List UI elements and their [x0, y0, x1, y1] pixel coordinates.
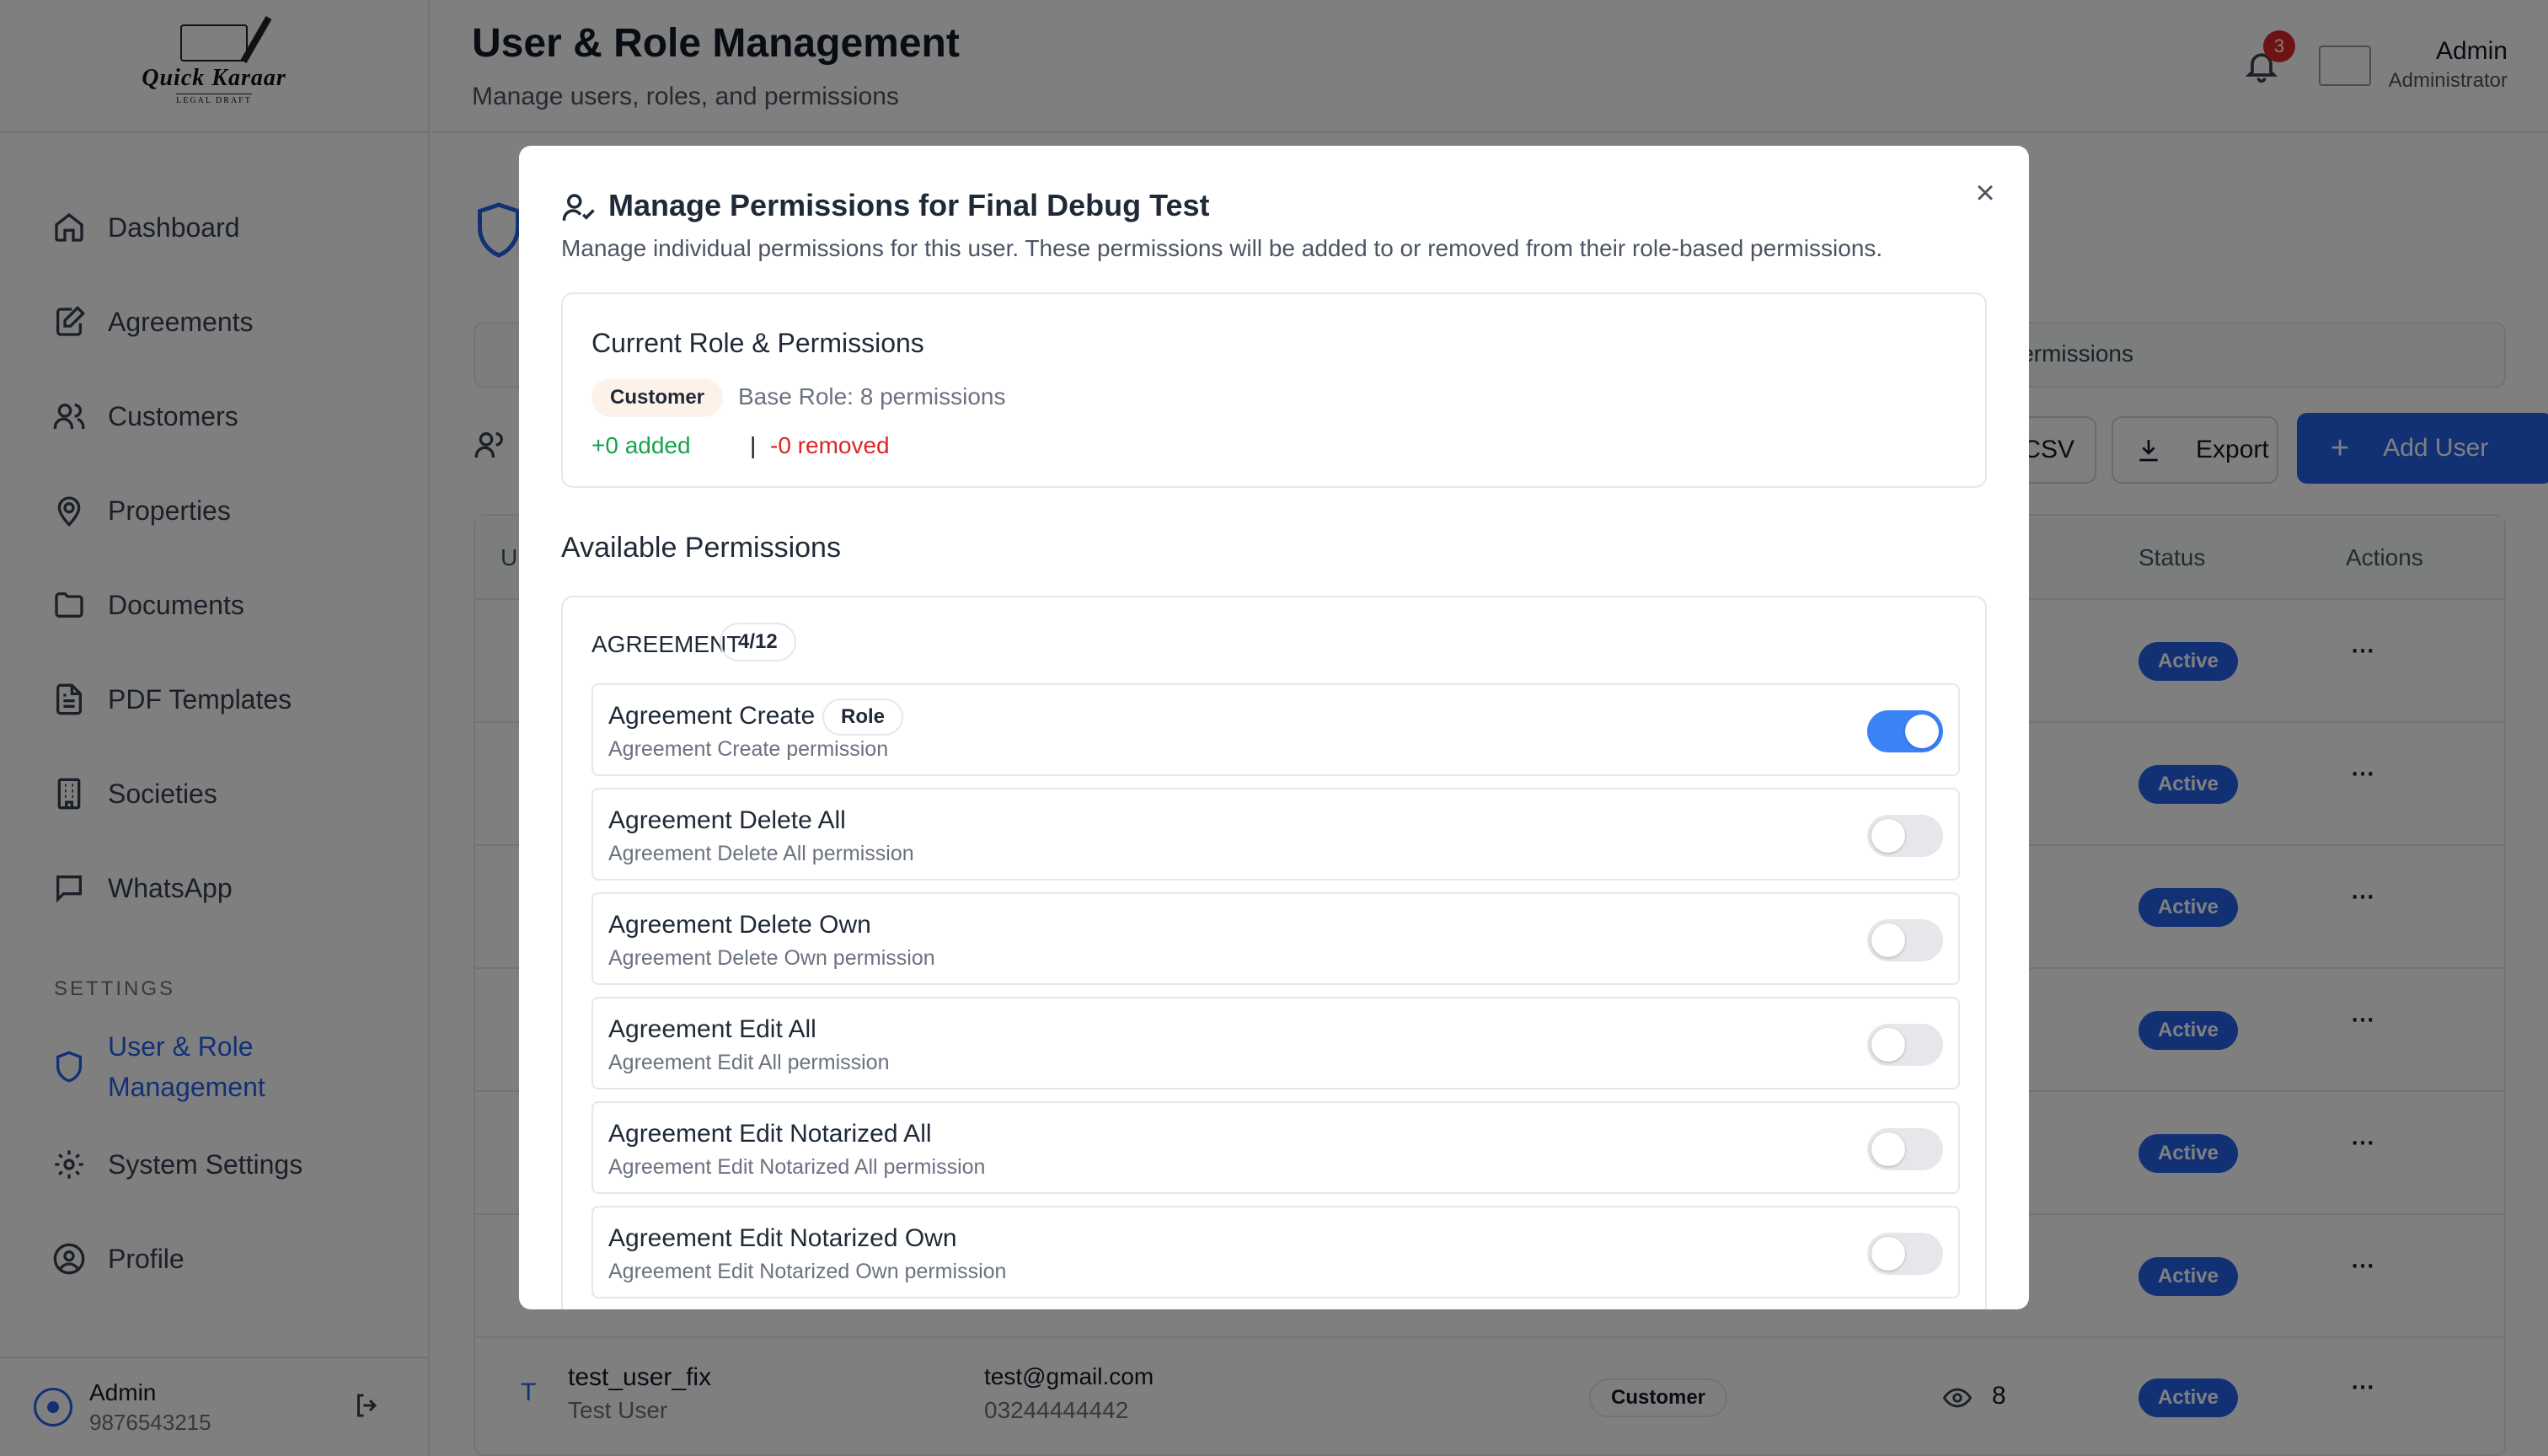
permission-description: Agreement Edit All permission — [608, 1051, 890, 1074]
permission-description: Agreement Create permission — [608, 737, 889, 761]
available-permissions-title: Available Permissions — [561, 532, 841, 564]
permission-name: Agreement Create — [608, 702, 816, 730]
close-icon[interactable]: × — [1967, 174, 2004, 211]
dialog-title: Manage Permissions for Final Debug Test — [608, 188, 1210, 222]
permission-name: Agreement Delete Own — [608, 911, 871, 939]
permission-toggle[interactable] — [1867, 1128, 1943, 1170]
removed-count: -0 removed — [770, 432, 890, 458]
role-tag-badge: Role — [822, 699, 904, 736]
added-count: +0 added — [592, 432, 691, 458]
current-role-title: Current Role & Permissions — [592, 328, 924, 358]
dialog-description: Manage individual permissions for this u… — [561, 235, 1883, 261]
permission-toggle[interactable] — [1867, 815, 1943, 857]
base-role-count: Base Role: 8 permissions — [738, 383, 1006, 410]
permissions-card: AGREEMENT 4/12 Agreement Create Role Agr… — [561, 596, 1987, 1309]
permission-toggle[interactable] — [1867, 710, 1943, 752]
permission-toggle[interactable] — [1867, 919, 1943, 961]
permission-row: Agreement Edit Notarized Own Agreement E… — [592, 1206, 1960, 1298]
permission-row: Agreement Delete Own Agreement Delete Ow… — [592, 892, 1960, 985]
permission-row: Agreement Edit All Agreement Edit All pe… — [592, 997, 1960, 1089]
permission-name: Agreement Edit Notarized Own — [608, 1224, 957, 1252]
current-role-card: Current Role & Permissions Customer Base… — [561, 292, 1987, 488]
permission-row: Agreement Create Role Agreement Create p… — [592, 683, 1960, 776]
role-badge: Customer — [592, 378, 724, 417]
permission-description: Agreement Edit Notarized Own permission — [608, 1260, 1007, 1283]
permission-toggle[interactable] — [1867, 1024, 1943, 1066]
separator: | — [750, 432, 757, 458]
manage-permissions-dialog: Manage Permissions for Final Debug Test … — [519, 146, 2029, 1309]
user-check-icon — [562, 194, 595, 221]
permission-toggle[interactable] — [1867, 1233, 1943, 1275]
permission-description: Agreement Edit Notarized All permission — [608, 1155, 986, 1179]
category-count-badge: 4/12 — [720, 623, 796, 661]
permission-row: Agreement Edit Notarized All Agreement E… — [592, 1101, 1960, 1194]
permission-name: Agreement Edit All — [608, 1015, 816, 1043]
category-label: AGREEMENT — [592, 631, 741, 657]
permission-name: Agreement Delete All — [608, 806, 846, 834]
permission-description: Agreement Delete Own permission — [608, 946, 935, 970]
permission-row: Agreement Delete All Agreement Delete Al… — [592, 788, 1960, 881]
permission-name: Agreement Edit Notarized All — [608, 1120, 932, 1148]
permission-description: Agreement Delete All permission — [608, 842, 914, 865]
